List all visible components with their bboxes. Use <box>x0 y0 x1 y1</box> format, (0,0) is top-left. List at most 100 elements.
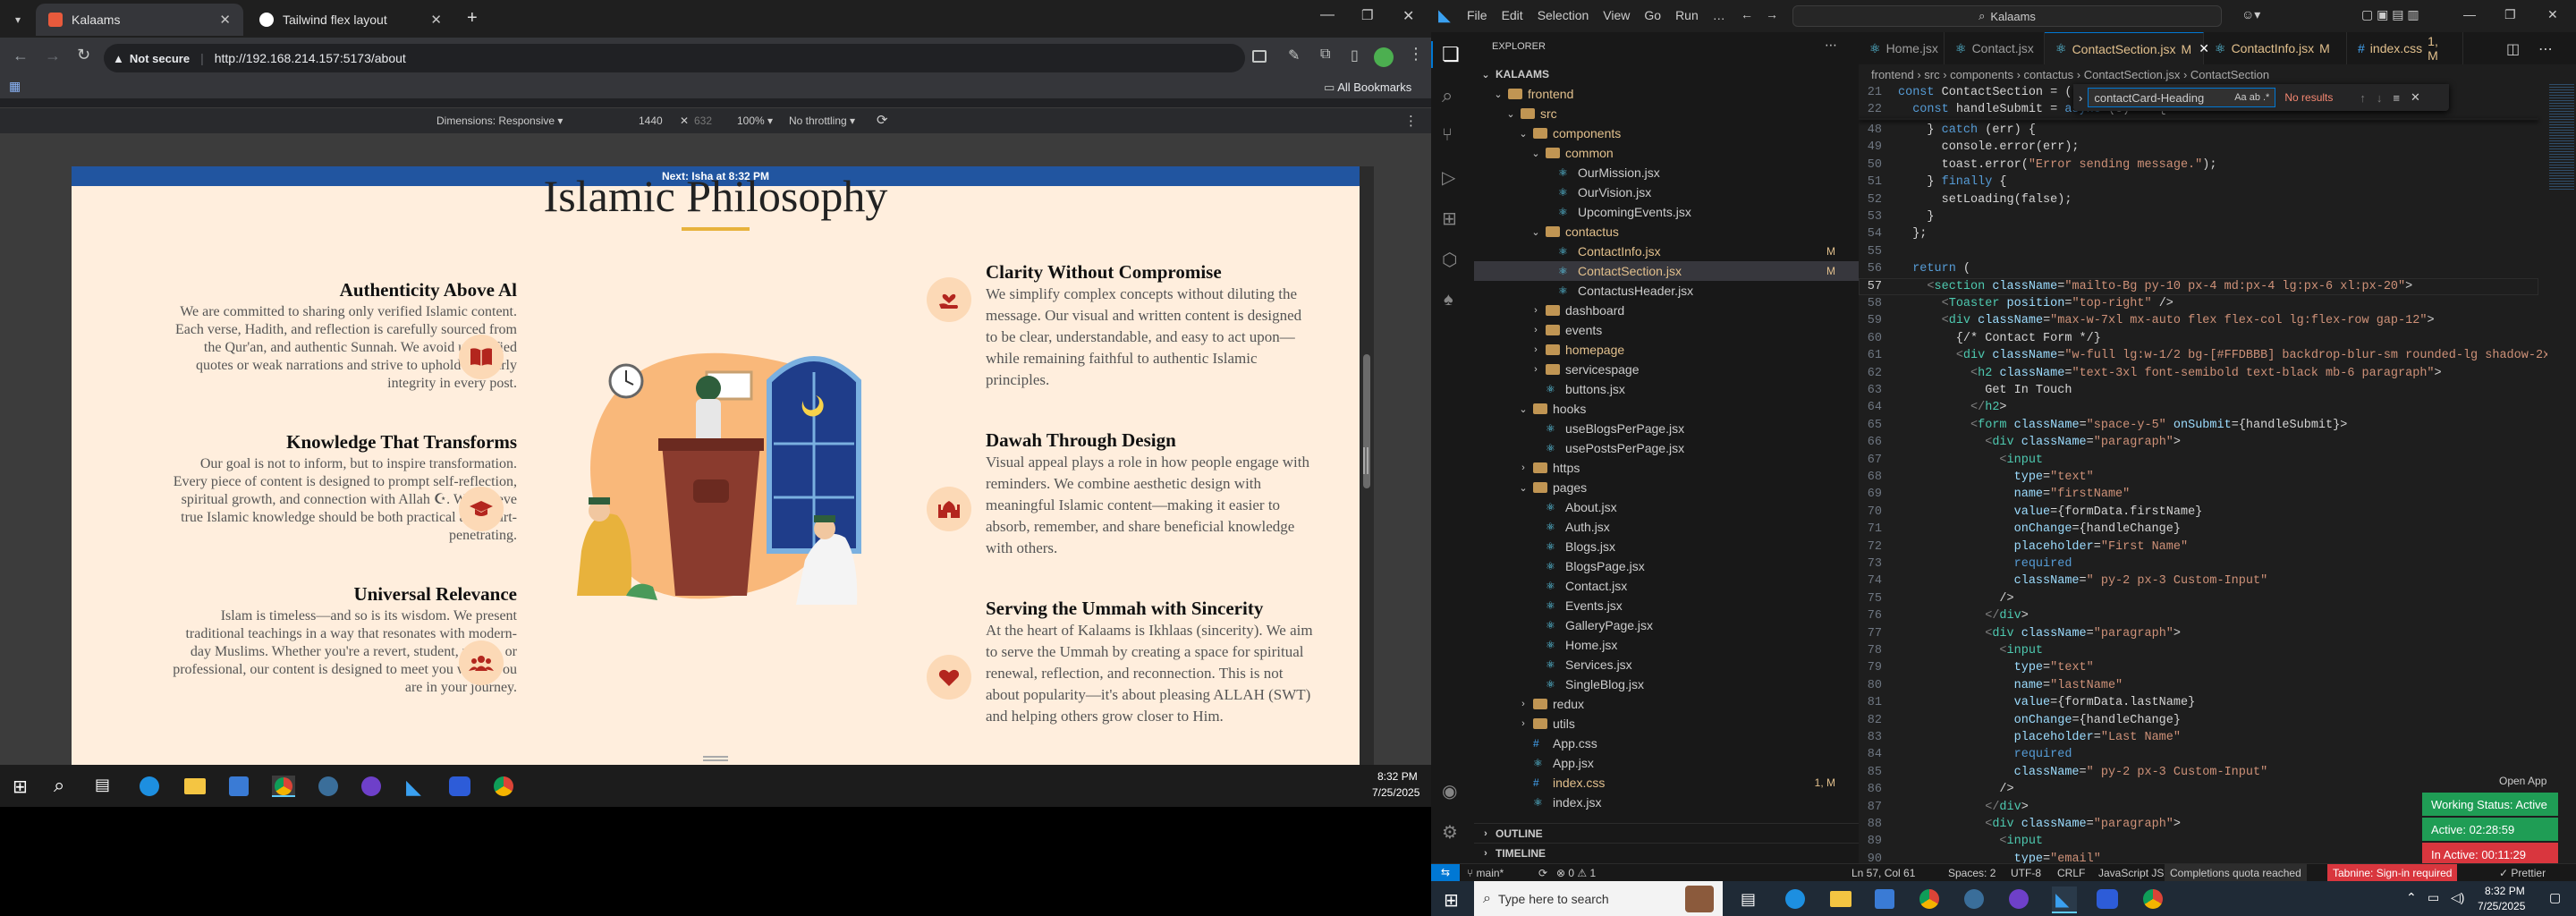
tree-folder[interactable]: ⌄ components <box>1474 123 1859 143</box>
code-line[interactable]: 77 <div className="paragraph"> <box>1859 625 2538 642</box>
url-text[interactable]: http://192.168.214.157:5173/about <box>215 51 406 65</box>
code-line[interactable]: 73 required <box>1859 556 2538 572</box>
code-line[interactable]: 79 type="text" <box>1859 659 2538 676</box>
tree-file[interactable]: ⚛ App.jsx <box>1474 753 1859 773</box>
code-line[interactable]: 84 required <box>1859 746 2538 763</box>
swap-icon[interactable]: ✕ <box>680 114 689 127</box>
run-debug-icon[interactable]: ▷ <box>1442 166 1455 189</box>
file-explorer-icon[interactable] <box>184 778 206 794</box>
code-line[interactable]: 58 <Toaster position="top-right" /> <box>1859 295 2538 312</box>
app-icon[interactable] <box>318 776 338 796</box>
timeline-section[interactable]: › TIMELINE <box>1474 843 1859 862</box>
resize-handle-bottom[interactable] <box>703 756 728 761</box>
code-line[interactable]: 59 <div className="max-w-7xl mx-auto fle… <box>1859 312 2538 329</box>
height-input[interactable]: 632 <box>694 114 712 127</box>
menu-go[interactable]: Go <box>1644 8 1661 22</box>
code-line[interactable]: 64 </h2> <box>1859 399 2538 416</box>
vscode-close-icon[interactable]: ✕ <box>2547 7 2558 22</box>
editor-more-icon[interactable]: ⋯ <box>2538 40 2553 58</box>
command-center[interactable]: ⌕ Kalaams <box>1792 5 2222 27</box>
code-line[interactable]: 48 } catch (err) { <box>1859 122 2538 139</box>
reload-icon[interactable]: ↻ <box>77 46 90 64</box>
zoom-icon[interactable] <box>2097 889 2118 909</box>
tray-chevron-icon[interactable]: ⌃ <box>2406 890 2417 905</box>
tab-contact-jsx[interactable]: ⚛ Contact.jsx <box>1945 32 2045 64</box>
forward-icon[interactable]: → <box>45 47 61 65</box>
file-explorer-icon[interactable] <box>1830 891 1852 907</box>
rotate-icon[interactable]: ⟳ <box>877 112 888 128</box>
code-line[interactable]: 67 <input <box>1859 452 2538 469</box>
code-line[interactable]: 74 className=" py-2 px-3 Custom-Input" <box>1859 572 2538 589</box>
explorer-more-icon[interactable]: ⋯ <box>1825 38 1837 53</box>
accounts-icon[interactable]: ◉ <box>1442 780 1457 802</box>
prettier-status[interactable]: ✓ Prettier <box>2499 867 2546 879</box>
toggle-replace-icon[interactable]: › <box>2079 91 2082 105</box>
tree-folder[interactable]: › servicespage <box>1474 360 1859 379</box>
code-line[interactable]: 80 name="lastName" <box>1859 677 2538 694</box>
code-line[interactable]: 61 <div className="w-full lg:w-1/2 bg-[#… <box>1859 347 2576 364</box>
minimize-icon[interactable]: — <box>1320 7 1335 23</box>
open-app-link[interactable]: Open App <box>2499 775 2546 787</box>
sidepanel-icon[interactable]: ▯ <box>1351 47 1359 64</box>
tree-file[interactable]: ⚛ ContactSection.jsx M <box>1474 261 1859 281</box>
find-in-selection-icon[interactable]: ≡ <box>2393 91 2400 105</box>
code-line[interactable]: 56 return ( <box>1859 260 2538 277</box>
match-options-icon[interactable]: Aa ab .* <box>2234 92 2269 103</box>
code-line[interactable]: 82 onChange={handleChange} <box>1859 712 2538 729</box>
tab-search-icon[interactable]: ▾ <box>9 11 27 29</box>
tree-file[interactable]: ⚛ SingleBlog.jsx <box>1474 674 1859 694</box>
nav-forward-icon[interactable]: → <box>1766 7 1778 21</box>
problems-indicator[interactable]: ⊗ 0 ⚠ 1 <box>1556 867 1596 879</box>
vscode-taskbar-active[interactable]: ◣ <box>2052 886 2077 913</box>
github-icon[interactable] <box>361 776 381 796</box>
code-line[interactable]: 83 placeholder="Last Name" <box>1859 729 2538 746</box>
split-editor-icon[interactable]: ◫ <box>2506 40 2520 58</box>
throttle-dropdown[interactable]: No throttling ▾ <box>789 114 855 127</box>
chrome-icon-2[interactable] <box>2143 889 2163 909</box>
app-icon[interactable] <box>1964 889 1984 909</box>
code-line[interactable]: 62 <h2 className="text-3xl font-semibold… <box>1859 365 2538 382</box>
tree-folder[interactable]: › https <box>1474 458 1859 478</box>
menu-more[interactable]: … <box>1713 8 1725 22</box>
all-bookmarks[interactable]: ▭ All Bookmarks <box>1324 81 1411 95</box>
code-line[interactable]: 81 value={formData.lastName} <box>1859 694 2538 711</box>
code-line[interactable]: 57 <section className="mailto-Bg py-10 p… <box>1859 278 2538 295</box>
width-input[interactable]: 1440 <box>639 114 663 127</box>
code-line[interactable]: 54 }; <box>1859 225 2538 242</box>
tree-file[interactable]: ⚛ OurMission.jsx <box>1474 163 1859 182</box>
tree-file[interactable]: ⚛ Events.jsx <box>1474 596 1859 615</box>
code-line[interactable]: 50 toast.error("Error sending message.")… <box>1859 157 2538 174</box>
tree-file[interactable]: ⚛ index.jsx <box>1474 793 1859 812</box>
tree-file[interactable]: ⚛ ContactInfo.jsx M <box>1474 242 1859 261</box>
code-line[interactable]: 71 onChange={handleChange} <box>1859 521 2538 538</box>
tree-file[interactable]: ⚛ useBlogsPerPage.jsx <box>1474 419 1859 438</box>
task-view-icon[interactable]: ▤ <box>1741 890 1756 909</box>
code-line[interactable]: 75 /> <box>1859 590 2538 607</box>
taskbar-search-box[interactable]: ⌕ Type here to search <box>1474 881 1723 916</box>
code-line[interactable]: 60 {/* Contact Form */} <box>1859 330 2538 347</box>
maximize-icon[interactable]: ❐ <box>1361 7 1373 23</box>
code-line[interactable]: 51 } finally { <box>1859 174 2538 191</box>
code-line[interactable]: 63 Get In Touch <box>1859 382 2538 399</box>
copilot-icon[interactable]: ☺▾ <box>2241 7 2260 22</box>
tree-folder[interactable]: › utils <box>1474 714 1859 734</box>
clock-time[interactable]: 8:32 PM <box>2485 885 2525 897</box>
store-icon[interactable] <box>229 776 249 796</box>
code-line[interactable]: 66 <div className="paragraph"> <box>1859 434 2538 451</box>
tree-file[interactable]: ⚛ Home.jsx <box>1474 635 1859 655</box>
code-line[interactable]: 69 name="firstName" <box>1859 486 2538 503</box>
tree-folder[interactable]: › events <box>1474 320 1859 340</box>
breadcrumb[interactable]: frontend › src › components › contactus … <box>1859 64 2576 84</box>
code-line[interactable]: 52 setLoading(false); <box>1859 191 2538 208</box>
tree-file[interactable]: ⚛ Auth.jsx <box>1474 517 1859 537</box>
explorer-icon[interactable]: ❏ <box>1442 43 1460 66</box>
tab-contactinfo-jsx[interactable]: ⚛ ContactInfo.jsx M <box>2204 32 2347 64</box>
tab-contactsection-jsx[interactable]: ⚛ ContactSection.jsx M ✕ <box>2045 32 2209 64</box>
code-editor[interactable]: 21 const ContactSection = () => {22 const… <box>1859 84 2576 863</box>
mongodb-icon[interactable]: ♠ <box>1444 290 1453 310</box>
pen-icon[interactable]: ✎ <box>1288 47 1300 64</box>
code-line[interactable]: 49 console.error(err); <box>1859 139 2538 156</box>
workspace-root[interactable]: ⌄ KALAAMS <box>1474 64 1859 84</box>
menu-edit[interactable]: Edit <box>1502 8 1523 22</box>
encoding[interactable]: UTF-8 <box>2011 867 2041 879</box>
